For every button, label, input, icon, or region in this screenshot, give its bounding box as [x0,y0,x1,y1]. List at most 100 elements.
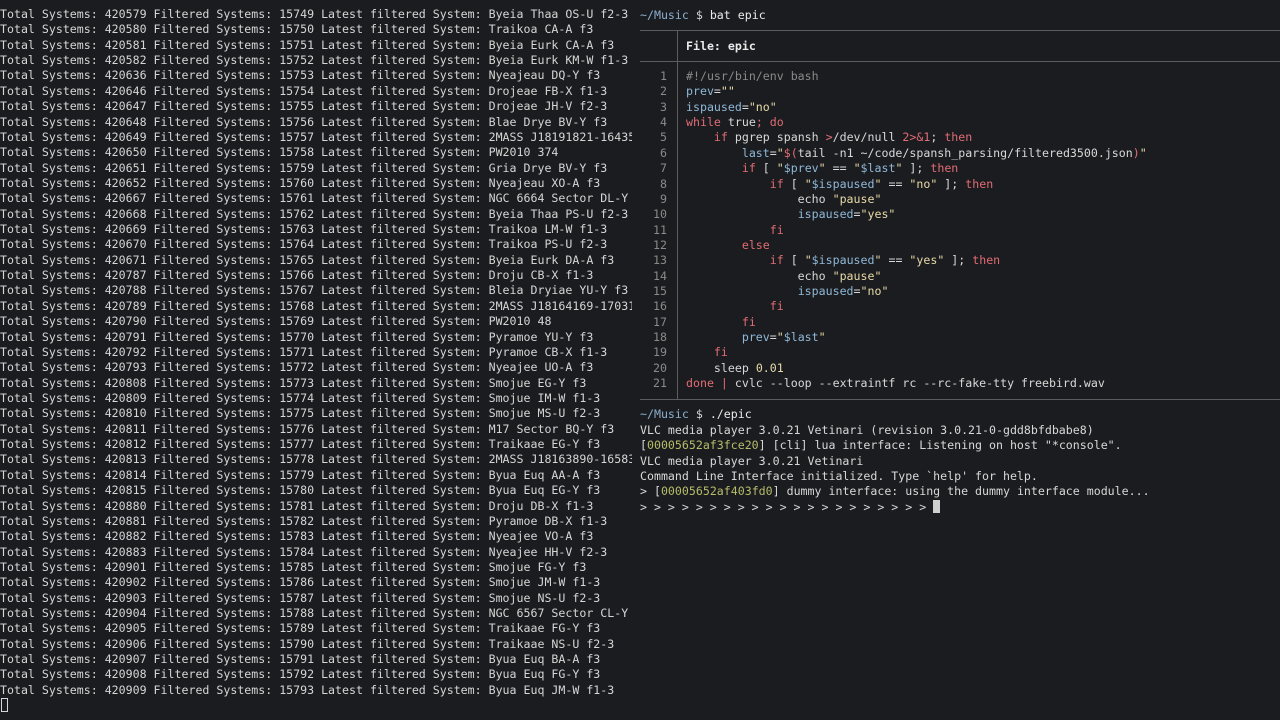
code-text: fi [686,315,756,330]
log-line: Total Systems: 420649 Filtered Systems: … [0,129,632,144]
code-line: 3 ispaused="no" [640,100,1280,115]
left-terminal-pane[interactable]: Total Systems: 420579 Filtered Systems: … [0,7,632,720]
line-number: 20 [653,360,667,375]
output-text: > [ [640,484,661,499]
code-token: fi [741,314,756,329]
log-line: Total Systems: 420789 Filtered Systems: … [0,298,632,313]
code-token: last [741,145,770,160]
code-token: echo [686,191,833,206]
code-text: if [ "$ispaused" == "no" ]; then [686,177,993,192]
code-token: then [930,161,959,176]
code-token: #!/usr/bin/env bash [686,69,819,83]
code-text: prev="$last" [686,330,826,345]
prompt-command: bat epic [709,8,766,22]
code-token: = [769,330,777,345]
code-line: 4 while true; do [640,115,1280,130]
line-number: 15 [653,284,667,299]
line-number: 9 [660,191,667,206]
code-line: 7 if [ "$prev" == "$last" ]; then [640,161,1280,176]
code-token: ) [1132,145,1140,160]
vlc-prompt-chain: > > > > > > > > > > > > > > > > > > > > … [640,499,934,514]
log-line: Total Systems: 420906 Filtered Systems: … [0,636,615,651]
code-text: echo "pause" [686,191,882,207]
code-line: 20 sleep 0.01 [640,361,1280,376]
log-line: Total Systems: 420810 Filtered Systems: … [0,406,601,421]
system-log: Total Systems: 420579 Filtered Systems: … [0,7,632,698]
output-line: > [00005652af403fd0] dummy interface: us… [640,484,1280,499]
code-token: $ispaused [811,176,875,191]
log-line: Total Systems: 420670 Filtered Systems: … [0,237,608,252]
code-token: " [776,145,784,160]
right-terminal-pane[interactable]: ~/Music $ bat epic File: epic 1 #!/usr/bi… [640,7,1280,720]
code-token: done [686,376,714,391]
output-line: VLC media player 3.0.21 Vetinari (revisi… [640,423,1280,438]
line-number: 10 [653,207,667,222]
code-token: then [944,130,973,145]
code-line: 10 ispaused="yes" [640,207,1280,222]
line-number: 1 [660,69,667,83]
log-line: Total Systems: 420668 Filtered Systems: … [0,206,629,221]
code-text: if [ "$ispaused" == "yes" ]; then [686,253,1000,268]
code-token: "yes" [909,253,945,268]
log-line: Total Systems: 420791 Filtered Systems: … [0,329,594,344]
log-line: Total Systems: 420582 Filtered Systems: … [0,53,629,68]
code-token: = [769,145,777,160]
code-text: ispaused="no" [686,100,777,115]
code-token: " [853,161,861,176]
code-token: "yes" [860,207,896,222]
code-text: last="$(tail -n1 ~/code/spansh_parsing/f… [686,146,1147,161]
log-line: Total Systems: 420647 Filtered Systems: … [0,99,608,114]
log-line: Total Systems: 420580 Filtered Systems: … [0,22,594,37]
code-token: " [1139,145,1147,160]
code-token: ispaused [686,99,742,114]
code-token: ispaused [797,284,854,299]
log-line: Total Systems: 420792 Filtered Systems: … [0,344,608,359]
log-line: Total Systems: 420667 Filtered Systems: … [0,191,632,206]
log-line: Total Systems: 420636 Filtered Systems: … [0,68,601,83]
code-text: while true; do [686,115,784,130]
prompt-dir: ~/Music [640,8,689,22]
code-token: " [804,176,812,191]
log-line: Total Systems: 420909 Filtered Systems: … [0,682,615,697]
log-line: Total Systems: 420881 Filtered Systems: … [0,513,608,528]
output-text: [ [640,438,647,453]
code-line: 5 if pgrep spansh >/dev/null 2>&1; then [640,130,1280,145]
log-line: Total Systems: 420669 Filtered Systems: … [0,222,608,237]
code-token: = [853,207,861,222]
code-token: == [881,253,910,268]
code-token: [ [783,176,805,191]
bat-top-rule [640,30,1280,31]
left-terminal-cursor [1,698,8,712]
log-line: Total Systems: 420652 Filtered Systems: … [0,175,601,190]
log-line: Total Systems: 420793 Filtered Systems: … [0,360,594,375]
code-listing: 1 #!/usr/bin/env bash 2 prev="" 3 ispaused="n… [640,69,1280,392]
code-token: true [720,115,756,130]
line-number: 11 [653,222,667,237]
vlc-prompt-line[interactable]: > > > > > > > > > > > > > > > > > > > > … [640,499,1280,515]
code-token: then [965,176,994,191]
epic-run-output: ~/Music $ ./epic VLC media player 3.0.21… [640,406,1280,515]
output-text: VLC media player 3.0.21 Vetinari (revisi… [640,423,1094,437]
code-token: = [853,284,861,299]
log-line: Total Systems: 420883 Filtered Systems: … [0,544,608,559]
code-line: 12 else [640,238,1280,253]
code-token: > [825,130,833,145]
line-number: 19 [653,345,667,360]
log-line: Total Systems: 420903 Filtered Systems: … [0,590,601,605]
line-number: 18 [653,330,667,345]
code-token: 0.01 [755,360,784,375]
code-text: fi [686,223,784,238]
log-line: Total Systems: 420671 Filtered Systems: … [0,252,615,267]
line-number: 4 [660,115,667,130]
code-line: 18 prev="$last" [640,330,1280,345]
code-token: "pause" [832,268,882,283]
bat-header-separator [677,30,678,61]
output-text: Command Line Interface initialized. Type… [640,469,1038,484]
code-line: 17 fi [640,315,1280,330]
hex-address: 00005652af403fd0 [660,484,773,499]
